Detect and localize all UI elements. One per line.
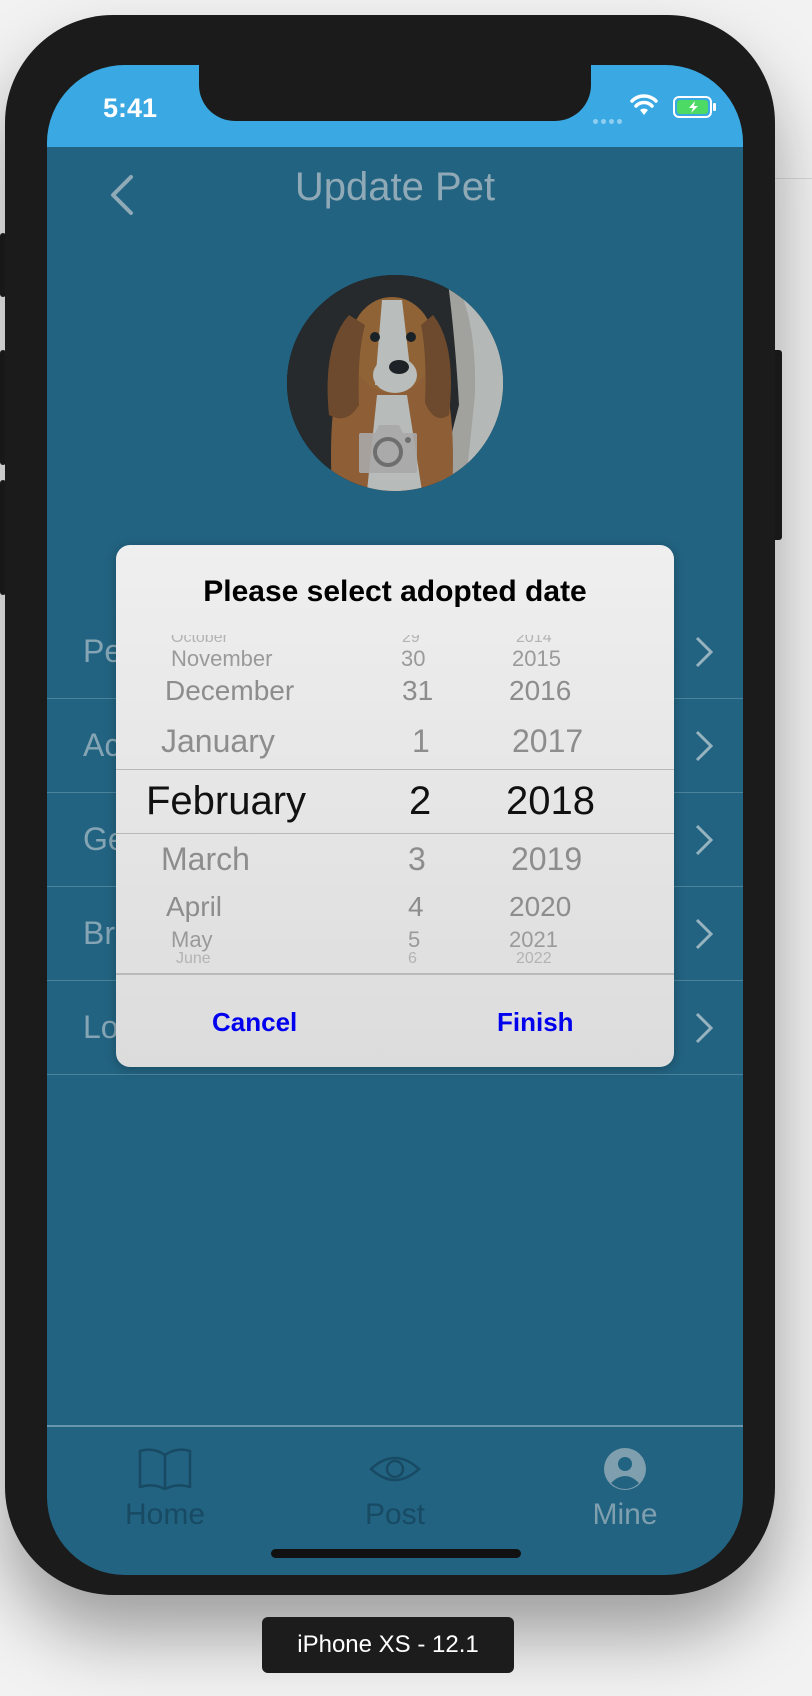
tab-post[interactable]: Post (315, 1447, 475, 1532)
picker-month[interactable]: November (171, 646, 272, 672)
row-label: Lo (83, 1009, 119, 1045)
picker-year[interactable]: 2019 (511, 841, 582, 878)
date-picker[interactable]: October November December January Februa… (116, 635, 674, 975)
chevron-right-icon (695, 730, 714, 762)
user-icon (604, 1448, 646, 1490)
book-icon (138, 1448, 192, 1491)
wifi-icon (630, 94, 658, 115)
picker-year[interactable]: 2015 (512, 646, 561, 672)
selection-line-bottom (116, 833, 674, 834)
chevron-right-icon (695, 1012, 714, 1044)
picker-year[interactable]: 2017 (512, 723, 583, 760)
camera-icon[interactable] (357, 421, 419, 475)
dialog-title: Please select adopted date (203, 575, 587, 608)
picker-day[interactable]: 3 (408, 841, 426, 878)
cancel-button[interactable]: Cancel (212, 1007, 297, 1038)
tab-label: Mine (592, 1498, 658, 1531)
chevron-right-icon (695, 636, 714, 668)
picker-month[interactable]: January (161, 723, 275, 760)
tab-label: Home (124, 1498, 206, 1531)
row-label: Br (83, 915, 115, 951)
row-label: Ac (83, 727, 121, 763)
chevron-right-icon (695, 824, 714, 856)
picker-year[interactable]: 2022 (516, 950, 552, 968)
page-title: Update Pet (294, 165, 496, 209)
app-screen: 5:41 Update Pet Pe Ac Ge Br Lo Home Post… (47, 65, 743, 1575)
picker-day[interactable]: 1 (412, 723, 430, 760)
cell-signal-icon (593, 111, 633, 124)
pet-avatar[interactable] (287, 275, 503, 491)
notch (199, 65, 591, 121)
tab-label: Post (364, 1498, 426, 1531)
picker-year[interactable]: 2020 (509, 891, 571, 923)
tab-mine[interactable]: Mine (545, 1447, 705, 1532)
date-picker-dialog: Please select adopted date October Novem… (116, 545, 674, 1067)
device-label: iPhone XS - 12.1 (262, 1617, 514, 1673)
picker-month[interactable]: March (161, 841, 250, 878)
simulator-divider (770, 178, 812, 179)
device-frame: 5:41 Update Pet Pe Ac Ge Br Lo Home Post… (5, 15, 775, 1595)
status-time: 5:41 (103, 93, 158, 123)
picker-day-selected[interactable]: 2 (409, 779, 431, 824)
picker-day[interactable]: 6 (408, 950, 417, 968)
picker-day[interactable]: 30 (401, 646, 425, 672)
picker-month[interactable]: December (165, 675, 294, 707)
picker-day[interactable]: 4 (408, 891, 424, 923)
picker-month[interactable]: April (166, 891, 222, 923)
battery-icon (673, 96, 716, 118)
selection-line-top (116, 769, 674, 770)
picker-year-selected[interactable]: 2018 (506, 779, 595, 824)
finish-button[interactable]: Finish (497, 1007, 574, 1038)
picker-month[interactable]: June (176, 950, 211, 968)
dialog-separator (116, 973, 674, 975)
status-bar: 5:41 (47, 65, 743, 147)
chevron-right-icon (695, 918, 714, 950)
picker-year[interactable]: 2016 (509, 675, 571, 707)
picker-month-selected[interactable]: February (146, 779, 306, 824)
tab-home[interactable]: Home (85, 1447, 245, 1532)
eye-icon (369, 1456, 421, 1482)
home-indicator[interactable] (271, 1549, 521, 1558)
picker-day[interactable]: 31 (402, 675, 433, 707)
